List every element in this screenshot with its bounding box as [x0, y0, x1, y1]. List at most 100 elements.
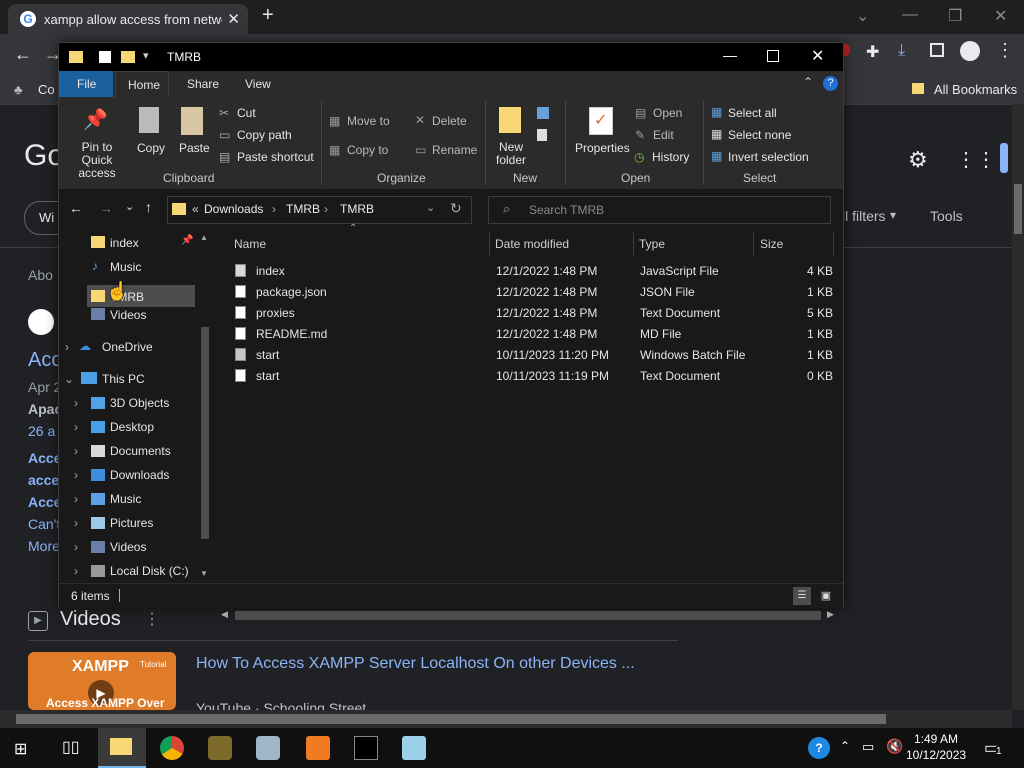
scroll-up-icon[interactable]: ▲	[200, 233, 208, 242]
nav-item-onedrive[interactable]: OneDrive	[102, 340, 153, 354]
settings-gear-icon[interactable]: ⚙	[908, 147, 928, 173]
copy-path-button[interactable]: Copy path	[237, 128, 292, 142]
collapse-ribbon-icon[interactable]: ⌃	[803, 75, 813, 89]
chrome-icon[interactable]	[160, 736, 184, 760]
paste-shortcut-button[interactable]: Paste shortcut	[237, 150, 314, 164]
bookmark-item[interactable]: Co	[38, 82, 55, 97]
nav-item-music[interactable]: Music	[110, 260, 141, 274]
cut-button[interactable]: Cut	[237, 106, 256, 120]
clock-date[interactable]: 10/12/2023	[906, 748, 966, 762]
copy-button[interactable]: Copy	[137, 141, 165, 155]
taskbar-file-explorer[interactable]	[98, 728, 146, 768]
table-row[interactable]: README.md 12/1/2022 1:48 PM MD File 1 KB	[217, 323, 837, 344]
chevron-right-icon[interactable]: ›	[272, 202, 276, 216]
easy-access-icon[interactable]	[537, 129, 547, 141]
move-to-button[interactable]: Move to	[347, 114, 390, 128]
nav-item[interactable]: Documents	[110, 444, 171, 458]
expand-chevron-icon[interactable]: ›	[74, 540, 78, 554]
breadcrumb-item[interactable]: TMRB	[340, 202, 374, 216]
breadcrumb-item[interactable]: Downloads	[204, 202, 263, 216]
tab-view[interactable]: View	[245, 77, 271, 91]
nav-item[interactable]: Videos	[110, 540, 146, 554]
select-none-button[interactable]: Select none	[728, 128, 791, 142]
open-button[interactable]: Open	[653, 106, 682, 120]
nav-item[interactable]: Pictures	[110, 516, 153, 530]
show-hidden-icons-icon[interactable]: ⌃	[840, 739, 850, 753]
volume-muted-icon[interactable]: 🔇	[886, 738, 903, 755]
chrome-menu-icon[interactable]: ⋮	[996, 40, 1014, 61]
clock-time[interactable]: 1:49 AM	[906, 732, 966, 746]
nav-scrollbar[interactable]: ▲ ▼	[198, 229, 212, 583]
scrollbar-thumb[interactable]	[16, 714, 886, 724]
side-panel-icon[interactable]	[930, 43, 944, 57]
tab-share[interactable]: Share	[187, 77, 219, 91]
network-icon[interactable]: ▭	[862, 739, 874, 755]
up-arrow-icon[interactable]: ↑	[145, 199, 152, 215]
video-title-link[interactable]: How To Access XAMPP Server Localhost On …	[196, 655, 635, 673]
notepad-icon[interactable]	[402, 736, 426, 760]
column-header-name[interactable]: Name	[234, 237, 266, 251]
snippet-line[interactable]: Acce	[28, 494, 61, 510]
expand-chevron-icon[interactable]: ›	[74, 516, 78, 530]
divider[interactable]	[833, 231, 834, 257]
column-header-type[interactable]: Type	[639, 237, 665, 251]
help-tray-icon[interactable]: ?	[808, 737, 830, 759]
tab-file[interactable]: File	[59, 71, 113, 97]
more-link[interactable]: More	[28, 538, 60, 554]
pin-icon[interactable]: 📌	[181, 235, 193, 246]
tab-search-icon[interactable]: ⌄	[856, 6, 869, 26]
table-row[interactable]: start 10/11/2023 11:20 PM Windows Batch Fi…	[217, 344, 837, 365]
vertical-scrollbar[interactable]	[1012, 104, 1024, 710]
tools-button[interactable]: Tools	[930, 208, 963, 224]
start-windows-icon[interactable]: ⊞	[14, 739, 27, 759]
scrollbar-thumb[interactable]	[201, 327, 209, 539]
divider[interactable]	[633, 231, 634, 257]
snippet-line[interactable]: acce	[28, 472, 59, 488]
delete-button[interactable]: Delete	[432, 114, 467, 128]
more-options-icon[interactable]: ⋮	[144, 609, 160, 629]
sign-in-button[interactable]	[1000, 143, 1008, 173]
qat-dropdown-icon[interactable]: ▾	[143, 49, 149, 62]
forward-arrow-icon[interactable]: →	[99, 200, 113, 216]
large-icons-view-icon[interactable]: ▣	[817, 587, 835, 605]
new-item-icon[interactable]	[537, 107, 549, 119]
cmd-icon[interactable]	[354, 736, 378, 760]
copy-to-button[interactable]: Copy to	[347, 143, 388, 157]
nav-item[interactable]: Desktop	[110, 420, 154, 434]
expand-chevron-icon[interactable]: ›	[74, 420, 78, 434]
expand-chevron-icon[interactable]: ›	[74, 396, 78, 410]
back-icon[interactable]: ←	[14, 44, 32, 65]
nav-item-videos[interactable]: Videos	[110, 308, 146, 322]
app-character-icon[interactable]	[256, 736, 280, 760]
all-filters-button[interactable]: ll filters	[842, 208, 886, 224]
horizontal-scrollbar-thumb[interactable]	[235, 611, 821, 620]
close-browser-icon[interactable]: ✕	[994, 6, 1007, 26]
new-tab-icon[interactable]: +	[262, 4, 274, 27]
rename-button[interactable]: Rename	[432, 143, 477, 157]
extensions-puzzle-icon[interactable]: ✚	[866, 42, 879, 62]
chevron-right-icon[interactable]: ›	[324, 202, 328, 216]
video-thumbnail[interactable]: XAMPP Tutorial ▶ Access XAMPP Over	[28, 652, 176, 710]
download-icon[interactable]: ⤓	[898, 42, 905, 60]
maximize-icon[interactable]	[767, 50, 779, 62]
table-row[interactable]: index 12/1/2022 1:48 PM JavaScript File 4 K…	[217, 260, 837, 281]
table-row[interactable]: proxies 12/1/2022 1:48 PM Text Document 5 K…	[217, 302, 837, 323]
help-icon[interactable]: ?	[823, 76, 838, 91]
overflow-chevron[interactable]: «	[192, 202, 199, 216]
table-row[interactable]: package.json 12/1/2022 1:48 PM JSON File 1 …	[217, 281, 837, 302]
address-bar[interactable]: « Downloads › TMRB › TMRB ⌄ ↻	[167, 196, 472, 224]
nav-item[interactable]: Local Disk (C:)	[110, 564, 189, 578]
recent-locations-icon[interactable]: ⌄	[125, 200, 134, 213]
nav-item[interactable]: Downloads	[110, 468, 169, 482]
properties-qat-icon[interactable]	[99, 51, 111, 63]
table-row[interactable]: start 10/11/2023 11:19 PM Text Document 0 K…	[217, 365, 837, 386]
address-dropdown-icon[interactable]: ⌄	[426, 201, 435, 214]
expand-chevron-icon[interactable]: ›	[74, 444, 78, 458]
minimize-icon[interactable]: —	[723, 47, 737, 63]
all-bookmarks-link[interactable]: All Bookmarks	[934, 82, 1017, 97]
xampp-icon[interactable]	[306, 736, 330, 760]
divider[interactable]	[489, 231, 490, 257]
expand-chevron-icon[interactable]: ›	[74, 564, 78, 578]
profile-avatar-icon[interactable]	[960, 41, 980, 61]
minimize-browser-icon[interactable]: —	[902, 6, 918, 24]
